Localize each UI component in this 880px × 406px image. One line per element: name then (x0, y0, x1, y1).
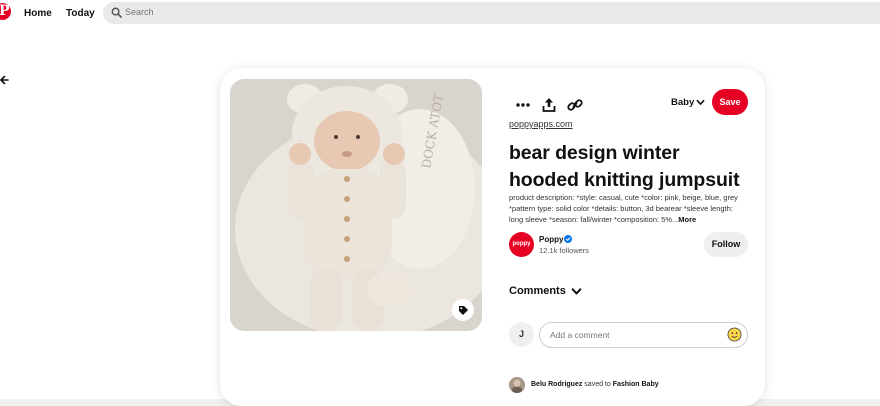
pin-title: bear design winter hooded knitting jumps… (509, 142, 740, 191)
top-bar: P Home Today Search (0, 0, 880, 26)
user-avatar[interactable]: J (509, 322, 534, 347)
verified-icon (564, 235, 572, 243)
board-selector[interactable]: Baby (671, 97, 705, 108)
comments-toggle[interactable]: Comments (509, 285, 582, 297)
pin-image[interactable]: DOCK ATOT (230, 79, 482, 331)
board-name: Baby (671, 97, 695, 108)
share-icon[interactable] (539, 95, 559, 115)
saver-avatar[interactable] (509, 377, 525, 393)
search-icon (111, 7, 122, 18)
link-icon[interactable] (565, 95, 585, 115)
pin-description: product description: *style: casual, cut… (509, 192, 741, 225)
saved-board-name[interactable]: Fashion Baby (613, 381, 659, 388)
tag-icon (459, 306, 468, 315)
search-input[interactable]: Search (125, 7, 154, 17)
more-link[interactable]: More (678, 215, 696, 224)
comment-input[interactable]: Add a comment (539, 322, 748, 348)
saved-to-text: saved to (584, 381, 611, 388)
emoji-icon[interactable] (727, 327, 742, 342)
source-link[interactable]: poppyapps.com (509, 119, 573, 129)
comments-heading: Comments (509, 285, 566, 297)
pinterest-logo[interactable]: P (0, 3, 11, 20)
logo-letter: P (0, 3, 10, 19)
comment-placeholder: Add a comment (550, 330, 610, 340)
chevron-down-icon (696, 99, 705, 105)
search-bar[interactable]: Search (103, 2, 880, 24)
description-text: product description: *style: casual, cut… (509, 193, 738, 224)
nav-today[interactable]: Today (66, 8, 95, 19)
pin-page: DOCK ATOT Baby Save poppyapps.com bear d… (0, 26, 880, 406)
creator-name[interactable]: Poppy (539, 235, 563, 244)
nav-home[interactable]: Home (24, 8, 52, 19)
follow-button[interactable]: Follow (704, 232, 748, 257)
more-icon[interactable] (513, 95, 533, 115)
creator-followers: 12.1k followers (539, 246, 590, 255)
saver-photo (509, 377, 525, 393)
saved-by-line: Belu Rodriguez saved to Fashion Baby (531, 381, 659, 388)
back-arrow-icon[interactable] (0, 74, 10, 86)
shop-tag-button[interactable] (452, 299, 474, 321)
saver-name[interactable]: Belu Rodriguez (531, 381, 582, 388)
chevron-down-icon (571, 288, 582, 295)
creator-avatar[interactable]: poppy (509, 232, 534, 257)
baby-photo: DOCK ATOT (230, 79, 482, 331)
save-button[interactable]: Save (712, 89, 748, 115)
pin-card: DOCK ATOT Baby Save poppyapps.com bear d… (220, 68, 765, 406)
pin-details: Baby Save poppyapps.com bear design wint… (509, 68, 754, 406)
